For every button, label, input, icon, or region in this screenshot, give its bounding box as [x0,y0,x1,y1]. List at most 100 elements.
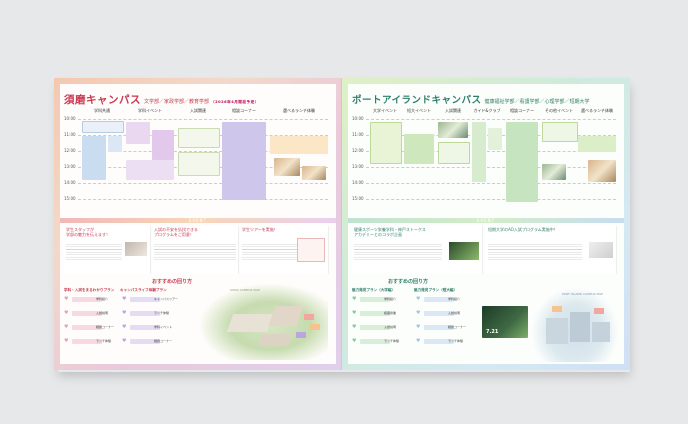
plan-step-label: ランチ体験 [154,311,170,315]
heart-icon: ♥ [122,310,127,316]
event-card-text [242,244,298,262]
promo-date: 7.21 [486,329,499,335]
map-marker [296,332,306,338]
column-header: 入試関連 [445,108,461,113]
plan-step-label: 学科イベント [154,325,173,329]
plan-step-label: ランチ体験 [448,339,464,343]
map-label: PORT ISLAND CAMPUS MAP [562,292,603,296]
grid-line [366,167,616,168]
heart-icon: ♥ [122,296,127,302]
plan-step-label: 学科紹介 [384,297,397,301]
grid-line [366,183,616,184]
column-header: 相談コーナー [510,108,534,113]
right-page-inner: ポートアイランドキャンパス 健康福祉学部／看護学部／心理学部／短期大学 大学イベン… [348,84,624,364]
plan-step-label: 学科紹介 [448,297,461,301]
heart-icon: ♥ [416,296,421,302]
map-building [257,334,293,346]
plan-step-label: 相談コーナー [448,325,467,329]
schedule-block [472,122,486,182]
schedule-block-lunch [578,136,616,152]
column-header: 選べるランチ体験 [581,108,613,113]
event-card: 健康スポーツ栄養学科・神戸ストークス アカデミーとのコラボ企画 [352,226,483,274]
event-card: 学生ツアーを実施！ [240,226,329,274]
column-header: 短大イベント [407,108,431,113]
promo-banner: 7.21 [482,306,528,338]
heart-icon: ♥ [352,310,357,316]
event-card-photo [449,242,479,260]
map-building [226,314,274,332]
event-card-heading: 入試の不安を払拭できる プログラムをご用意！ [154,227,198,237]
time-label: 13:00 [352,164,364,169]
event-card-heading: 短期大学のAO入試プログラム実施中！ [488,227,558,232]
right-page-port-island: ポートアイランドキャンパス 健康福祉学部／看護学部／心理学部／短期大学 大学イベン… [342,78,630,370]
grid-line [366,119,616,120]
event-card: 学生スタッフが 学部の魅力を伝えます！ [64,226,151,274]
time-label: 11:00 [352,132,364,137]
plan-name: 学科・入試をまるわかりプラン [64,288,115,292]
event-card: 入試の不安を払拭できる プログラムをご用意！ [152,226,239,274]
schedule-block [126,160,174,180]
plan-step-label: 相談コーナー [154,339,173,343]
event-card-text [488,244,582,262]
recommend-title: おすすめの回り方 [152,279,193,285]
brochure-spread: 須磨キャンパス 文学部／家政学部／教育学部 （2026年4月開設予定） 学科共通 学… [54,78,630,370]
schedule-block [178,128,220,148]
event-card-text [154,244,236,262]
schedule-block [404,134,434,164]
column-header: 大学イベント [373,108,397,113]
lunch-photo [302,166,326,180]
time-label: 12:00 [352,148,364,153]
map-marker [594,308,604,314]
time-label: 10:00 [64,116,76,121]
column-header: 選べるランチ体験 [283,108,315,113]
plan-step-label: 相談コーナー [96,325,115,329]
schedule-block [542,122,578,142]
plan-step-label: ランチ体験 [96,339,112,343]
schedule-block [438,142,470,164]
page-title: ポートアイランドキャンパス 健康福祉学部／看護学部／心理学部／短期大学 [352,95,590,106]
map-label: SUMA CAMPUS MAP [230,288,260,292]
map-building [268,306,304,326]
heart-icon: ♥ [416,324,421,330]
heart-icon: ♥ [64,310,69,316]
grid-line [366,199,616,200]
grid-line [78,199,328,200]
schedule-block-lunch [270,136,328,154]
heart-icon: ♥ [352,324,357,330]
plan-step-label: 入試説明 [448,311,461,315]
heart-icon: ♥ [352,296,357,302]
recommend-title: おすすめの回り方 [388,279,429,285]
event-card-photo [125,242,147,256]
event-card-table [297,238,325,262]
campus-map: SUMA CAMPUS MAP [200,284,328,360]
map-marker [310,324,320,330]
lunch-photo [274,158,300,176]
time-label: 12:00 [64,148,76,153]
page-subtitle: 健康福祉学部／看護学部／心理学部／短期大学 [484,99,590,105]
plan-name: 魅力発見プラン（大学編） [352,288,396,292]
schedule-block [82,136,106,180]
heart-icon: ♥ [352,338,357,344]
schedule-grid: 学科共通 学科イベント 入試関連 相談コーナー 選べるランチ体験 10:00 1… [64,108,328,214]
page-subtitle: 文学部／家政学部／教育学部 [144,99,210,105]
heart-icon: ♥ [416,310,421,316]
event-card-text [66,244,122,262]
map-building [592,322,610,342]
schedule-block [82,121,124,133]
campus-map: PORT ISLAND CAMPUS MAP [532,288,618,362]
left-page-inner: 須磨キャンパス 文学部／家政学部／教育学部 （2026年4月開設予定） 学科共通 学… [60,84,336,364]
page-note: （2026年4月開設予定） [211,100,259,104]
event-card-photo [589,242,613,258]
event-card: 短期大学のAO入試プログラム実施中！ [486,226,617,274]
heart-icon: ♥ [416,338,421,344]
column-header: 学科イベント [138,108,162,113]
column-header: 相談コーナー [232,108,256,113]
plan-step-label: 入試説明 [384,325,397,329]
left-page-suma: 須磨キャンパス 文学部／家政学部／教育学部 （2026年4月開設予定） 学科共通 学… [54,78,342,370]
column-header: 入試関連 [190,108,206,113]
time-label: 14:00 [352,180,364,185]
map-building [570,312,590,342]
plan-name: キャンパスライフ体験プラン [120,288,167,292]
event-card-heading: 健康スポーツ栄養学科・神戸ストークス アカデミーとのコラボ企画 [354,227,426,237]
schedule-grid: 大学イベント 短大イベント 入試関連 ガイド&クラブ 相談コーナー その他イベン… [352,108,616,214]
